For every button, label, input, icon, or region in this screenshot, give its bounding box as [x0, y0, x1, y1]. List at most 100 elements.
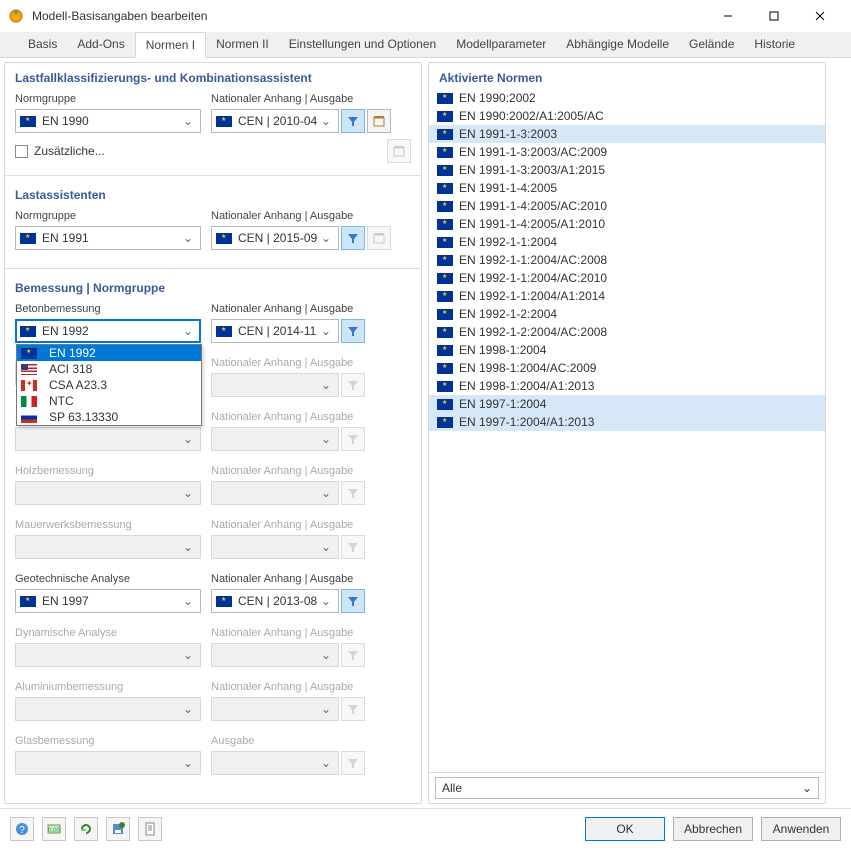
- annex-label-stahl2: Nationaler Anhang | Ausgabe: [211, 411, 397, 423]
- norm-item[interactable]: EN 1998-1:2004/AC:2009: [429, 359, 825, 377]
- dropdown-item-sp-63-13330[interactable]: SP 63.13330: [17, 409, 201, 425]
- norm-item[interactable]: EN 1990:2002/A1:2005/AC: [429, 107, 825, 125]
- annex-select-2[interactable]: CEN | 2015-09 ⌄: [211, 226, 339, 250]
- filter-select[interactable]: Alle ⌄: [435, 777, 819, 799]
- tab-gelände[interactable]: Gelände: [679, 32, 744, 57]
- normgruppe-select-1[interactable]: EN 1990 ⌄: [15, 109, 201, 133]
- report-button[interactable]: [138, 817, 162, 841]
- chevron-down-icon: ⌄: [180, 648, 196, 662]
- dropdown-item-en-1992[interactable]: EN 1992: [17, 345, 201, 361]
- dropdown-item-aci-318[interactable]: ACI 318: [17, 361, 201, 377]
- window-title: Modell-Basisangaben bearbeiten: [32, 9, 705, 23]
- tab-historie[interactable]: Historie: [744, 32, 805, 57]
- design-label-glas: Glasbemessung: [15, 735, 201, 747]
- chevron-down-icon: ⌄: [180, 231, 196, 245]
- close-button[interactable]: [797, 2, 843, 30]
- design-select-dyn: ⌄: [15, 643, 201, 667]
- design-select-beton[interactable]: EN 1992⌄EN 1992ACI 318CSA A23.3NTCSP 63.…: [15, 319, 201, 343]
- norm-item[interactable]: EN 1992-1-1:2004/AC:2008: [429, 251, 825, 269]
- norm-item[interactable]: EN 1992-1-1:2004/AC:2010: [429, 269, 825, 287]
- dropdown-beton[interactable]: EN 1992ACI 318CSA A23.3NTCSP 63.13330: [16, 344, 202, 426]
- chevron-down-icon: ⌄: [180, 432, 196, 446]
- normgruppe-label: Normgruppe: [15, 93, 201, 105]
- design-select-geo[interactable]: EN 1997⌄: [15, 589, 201, 613]
- filter-button-2[interactable]: [341, 226, 365, 250]
- tab-normen-i[interactable]: Normen I: [135, 32, 206, 58]
- tab-basis[interactable]: Basis: [18, 32, 67, 57]
- eu-flag-icon: [216, 233, 232, 244]
- dropdown-item-csa-a23-3[interactable]: CSA A23.3: [17, 377, 201, 393]
- filter-button-glas: [341, 751, 365, 775]
- norm-item[interactable]: EN 1992-1-1:2004/A1:2014: [429, 287, 825, 305]
- chevron-down-icon: ⌄: [318, 594, 334, 608]
- norm-item[interactable]: EN 1991-1-3:2003/AC:2009: [429, 143, 825, 161]
- norm-item[interactable]: EN 1992-1-2:2004/AC:2008: [429, 323, 825, 341]
- norm-item[interactable]: EN 1991-1-4:2005/AC:2010: [429, 197, 825, 215]
- norm-item[interactable]: EN 1997-1:2004: [429, 395, 825, 413]
- norm-item[interactable]: EN 1991-1-4:2005/A1:2010: [429, 215, 825, 233]
- eu-flag-icon: [437, 147, 453, 158]
- chevron-down-icon: ⌄: [180, 540, 196, 554]
- chevron-down-icon: ⌄: [180, 702, 196, 716]
- tab-normen-ii[interactable]: Normen II: [206, 32, 279, 57]
- cancel-button[interactable]: Abbrechen: [673, 817, 753, 841]
- tab-abhängige-modelle[interactable]: Abhängige Modelle: [556, 32, 679, 57]
- eu-flag-icon: [20, 116, 36, 127]
- annex-label-holz: Nationaler Anhang | Ausgabe: [211, 465, 397, 477]
- help-button[interactable]: ?: [10, 817, 34, 841]
- annex-select-1[interactable]: CEN | 2010-04 ⌄: [211, 109, 339, 133]
- tab-modellparameter[interactable]: Modellparameter: [446, 32, 556, 57]
- dropdown-item-ntc[interactable]: NTC: [17, 393, 201, 409]
- eu-flag-icon: [437, 255, 453, 266]
- svg-text:?: ?: [19, 825, 25, 836]
- norm-item[interactable]: EN 1998-1:2004/A1:2013: [429, 377, 825, 395]
- eu-flag-icon: [437, 93, 453, 104]
- eu-flag-icon: [437, 363, 453, 374]
- chevron-down-icon: ⌄: [180, 324, 196, 338]
- norm-item[interactable]: EN 1997-1:2004/A1:2013: [429, 413, 825, 431]
- additional-checkbox[interactable]: [15, 145, 28, 158]
- eu-flag-icon: [437, 345, 453, 356]
- filter-button-geo[interactable]: [341, 589, 365, 613]
- norm-item[interactable]: EN 1992-1-1:2004: [429, 233, 825, 251]
- norm-item[interactable]: EN 1998-1:2004: [429, 341, 825, 359]
- norm-item[interactable]: EN 1991-1-3:2003/A1:2015: [429, 161, 825, 179]
- norm-item[interactable]: EN 1990:2002: [429, 89, 825, 107]
- chevron-down-icon: ⌄: [318, 756, 334, 770]
- tab-einstellungen-und-optionen[interactable]: Einstellungen und Optionen: [279, 32, 446, 57]
- minimize-button[interactable]: [705, 2, 751, 30]
- annex-select-mauer: ⌄: [211, 535, 339, 559]
- filter-button-dyn: [341, 643, 365, 667]
- apply-button[interactable]: Anwenden: [761, 817, 841, 841]
- annex-select-geo[interactable]: CEN | 2013-08⌄: [211, 589, 339, 613]
- eu-flag-icon: [437, 183, 453, 194]
- filter-button-1[interactable]: [341, 109, 365, 133]
- tab-add-ons[interactable]: Add-Ons: [67, 32, 134, 57]
- eu-flag-icon: [20, 326, 36, 337]
- maximize-button[interactable]: [751, 2, 797, 30]
- design-label-beton: Betonbemessung: [15, 303, 201, 315]
- annex-label-geo: Nationaler Anhang | Ausgabe: [211, 573, 397, 585]
- norm-item[interactable]: EN 1991-1-4:2005: [429, 179, 825, 197]
- eu-flag-icon: [437, 219, 453, 230]
- design-select-mauer: ⌄: [15, 535, 201, 559]
- norm-item[interactable]: EN 1992-1-2:2004: [429, 305, 825, 323]
- design-select-alu: ⌄: [15, 697, 201, 721]
- annex-label-1: Nationaler Anhang | Ausgabe: [211, 93, 397, 105]
- eu-flag-icon: [437, 327, 453, 338]
- ok-button[interactable]: OK: [585, 817, 665, 841]
- units-button[interactable]: 0.00: [42, 817, 66, 841]
- normgruppe-select-2[interactable]: EN 1991 ⌄: [15, 226, 201, 250]
- reset-button[interactable]: [74, 817, 98, 841]
- it-flag-icon: [21, 396, 37, 407]
- annex-select-beton[interactable]: CEN | 2014-11⌄: [211, 319, 339, 343]
- save-default-button[interactable]: [106, 817, 130, 841]
- eu-flag-icon: [437, 291, 453, 302]
- annex-select-glas: ⌄: [211, 751, 339, 775]
- annex-select-dyn: ⌄: [211, 643, 339, 667]
- ca-flag-icon: [21, 380, 37, 391]
- norm-item[interactable]: EN 1991-1-3:2003: [429, 125, 825, 143]
- filter-button-beton[interactable]: [341, 319, 365, 343]
- library-button-1[interactable]: [367, 109, 391, 133]
- activated-norms-list[interactable]: EN 1990:2002EN 1990:2002/A1:2005/ACEN 19…: [429, 89, 825, 772]
